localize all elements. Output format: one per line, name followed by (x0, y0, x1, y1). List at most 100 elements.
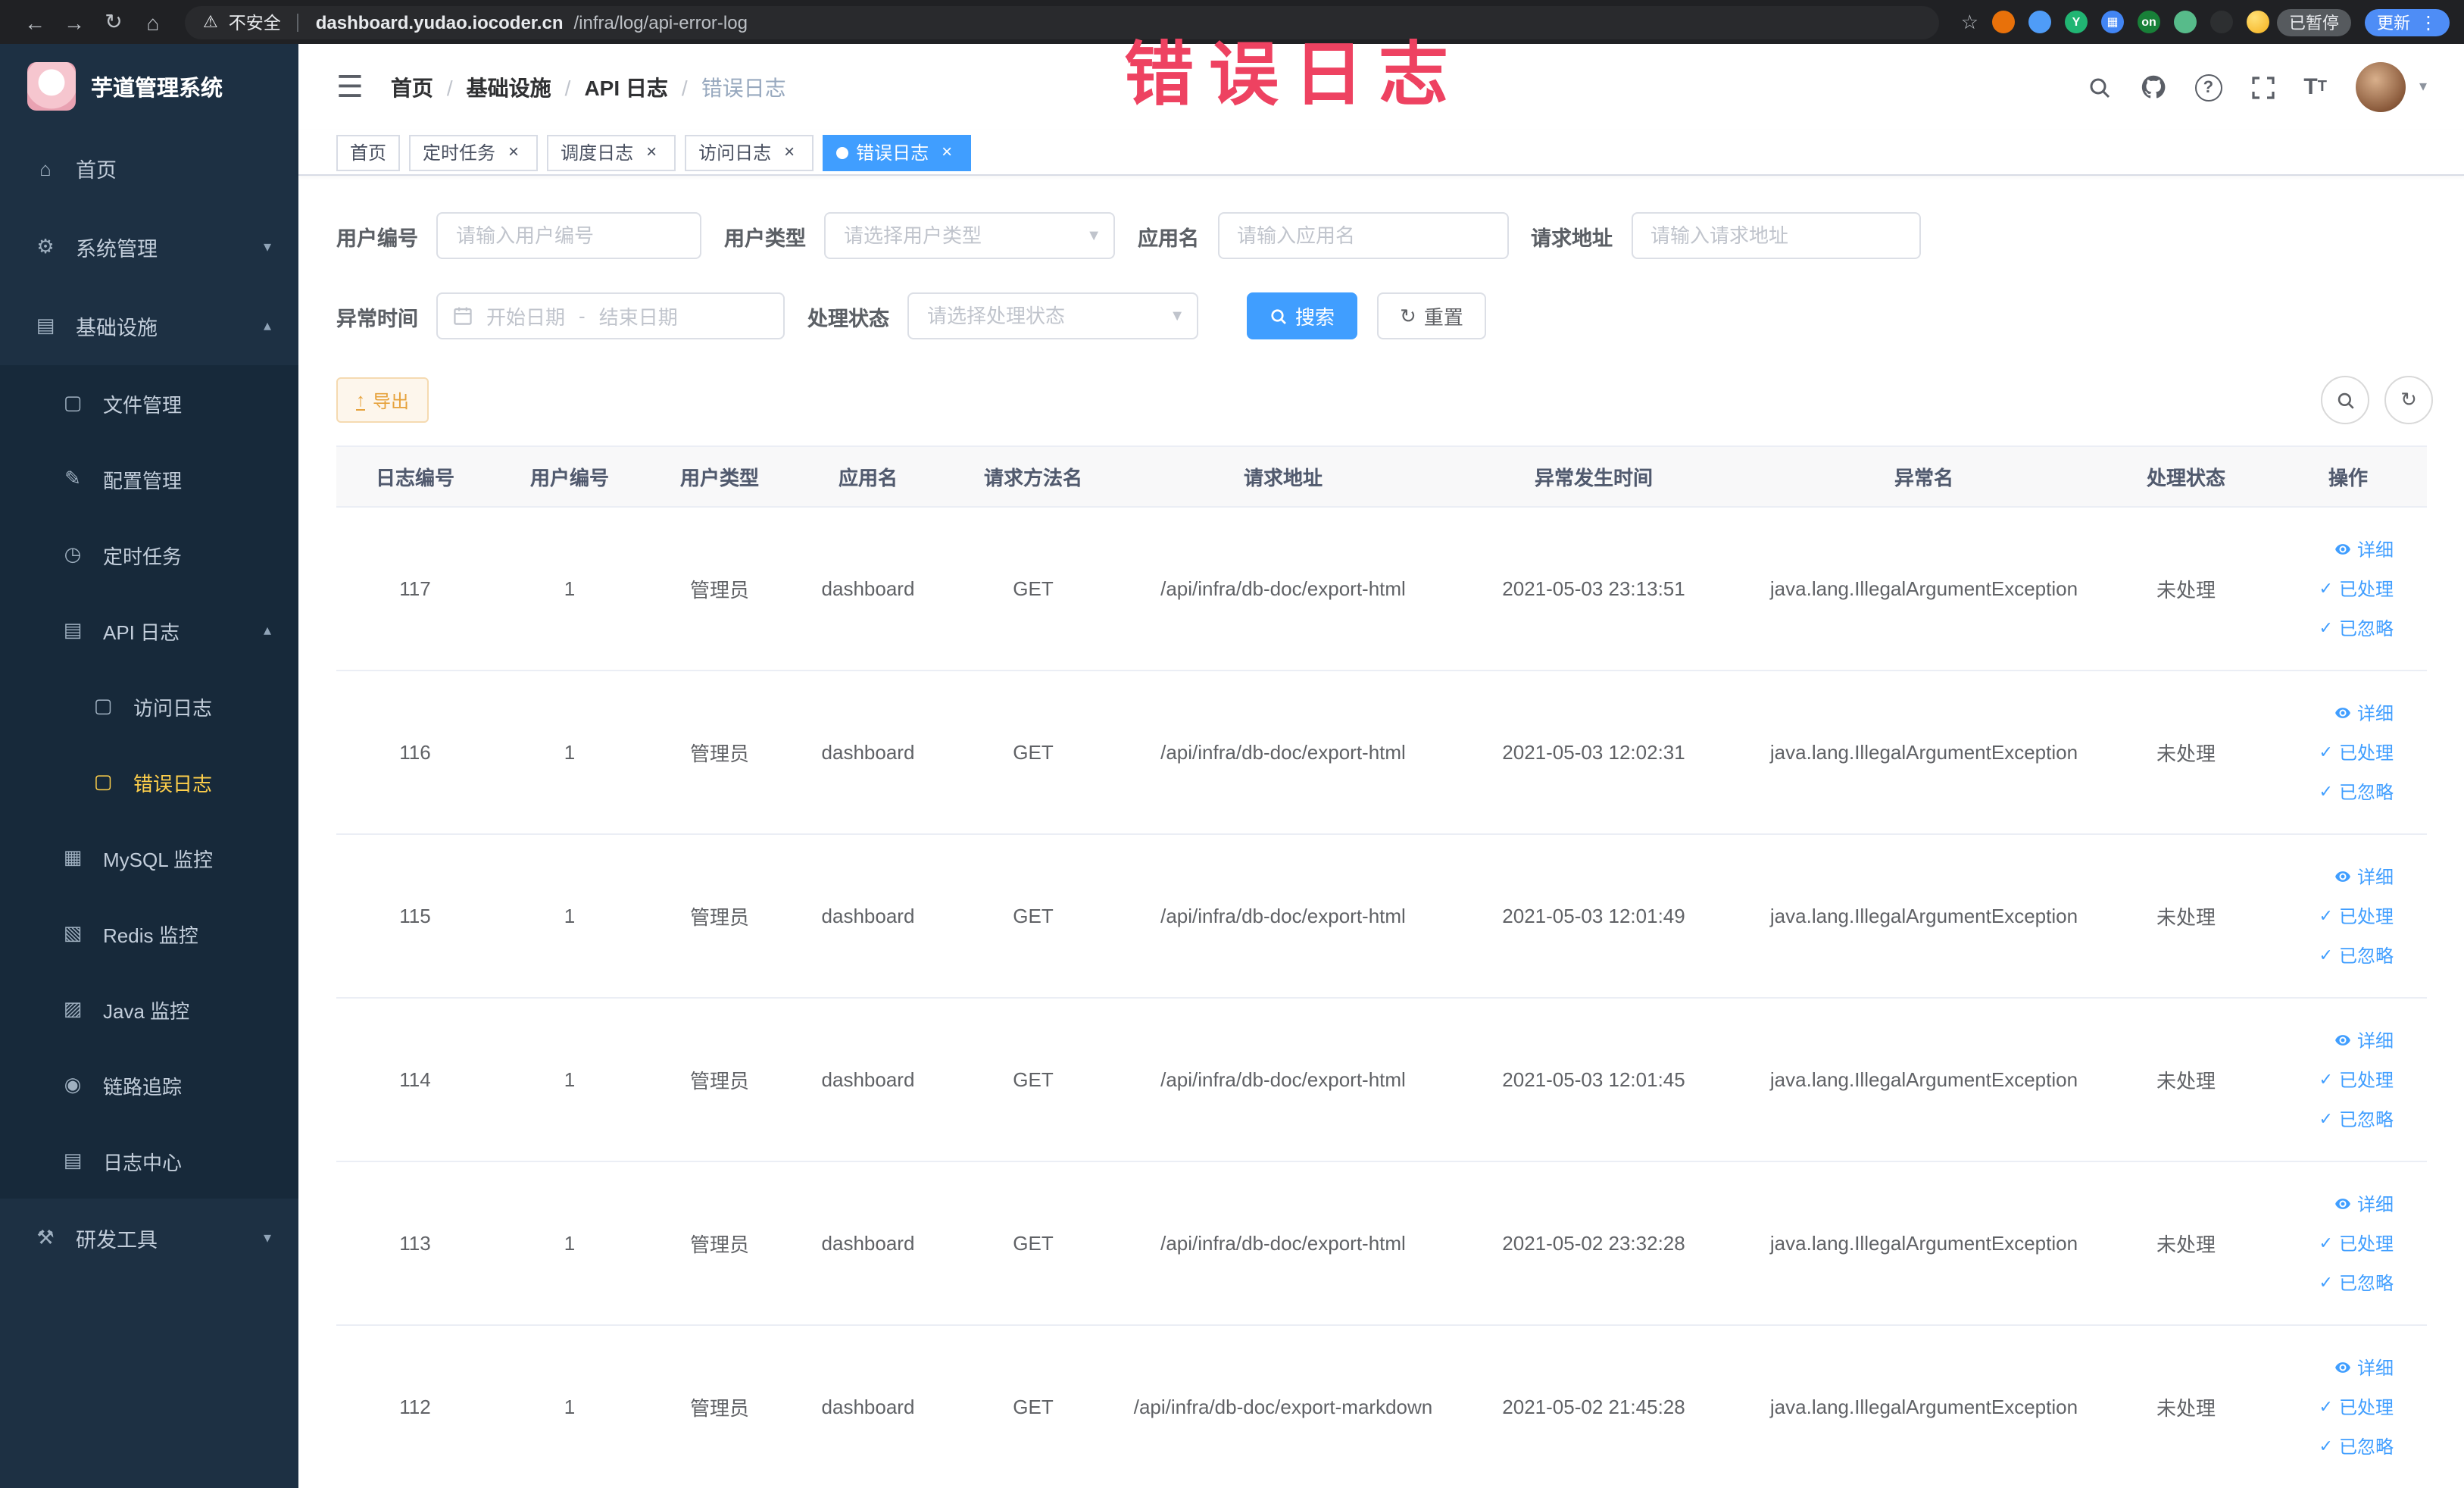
sidebar-item-Redis 监控[interactable]: ▧ Redis 监控 (0, 896, 298, 971)
cell-url: /api/infra/db-doc/export-html (1124, 671, 1442, 835)
mark-processed-link[interactable]: ✓ 已处理 (2271, 896, 2394, 936)
emoji-face-icon[interactable] (2247, 11, 2269, 33)
forward-icon[interactable]: → (55, 10, 94, 34)
app-logo[interactable]: 芋道管理系统 (0, 44, 298, 129)
mark-processed-link[interactable]: ✓ 已处理 (2271, 1387, 2394, 1427)
browser-menu-icon[interactable]: ⋮ (2419, 11, 2437, 33)
detail-link[interactable]: 详细 (2271, 530, 2394, 569)
breadcrumb-item[interactable]: API 日志 (584, 72, 667, 102)
bookmark-star-icon[interactable]: ☆ (1961, 10, 1978, 34)
sidebar-item-MySQL 监控[interactable]: ▦ MySQL 监控 (0, 820, 298, 896)
request-url-input[interactable] (1631, 212, 1920, 259)
security-label[interactable]: 不安全 (229, 10, 281, 34)
sidebar-item-系统管理[interactable]: ⚙ 系统管理 ▾ (0, 208, 298, 286)
sidebar-item-配置管理[interactable]: ✎ 配置管理 (0, 441, 298, 517)
fullscreen-icon[interactable] (2250, 75, 2275, 99)
cell-app: dashboard (794, 1325, 942, 1488)
address-bar[interactable]: ⚠ 不安全 dashboard.yudao.iocoder.cn/infra/l… (185, 5, 1940, 39)
user-type-select[interactable] (824, 212, 1115, 259)
sidebar-item-label: 文件管理 (103, 393, 183, 416)
extension-teal-circle[interactable]: Y (2065, 11, 2088, 33)
mark-processed-link[interactable]: ✓ 已处理 (2271, 733, 2394, 772)
detail-link[interactable]: 详细 (2271, 1021, 2394, 1060)
sidebar-item-日志中心[interactable]: ▤ 日志中心 (0, 1123, 298, 1199)
detail-link[interactable]: 详细 (2271, 857, 2394, 896)
font-size-icon[interactable]: TT (2303, 74, 2327, 100)
extension-blue-grid[interactable]: ▦ (2101, 11, 2124, 33)
search-icon[interactable] (2087, 75, 2111, 99)
extension-orange-circle[interactable] (1992, 11, 2015, 33)
sidebar-item-链路追踪[interactable]: ◉ 链路追踪 (0, 1047, 298, 1123)
export-button[interactable]: ↑ 导出 (336, 377, 429, 423)
refresh-table-button[interactable]: ↻ (2384, 376, 2433, 424)
sidebar-item-label: 链路追踪 (103, 1075, 183, 1098)
extension-dark-paw[interactable] (2210, 11, 2233, 33)
check-icon: ✓ (2319, 1437, 2333, 1455)
github-icon[interactable] (2140, 74, 2166, 100)
tab-error-log[interactable]: 错误日志 × (823, 134, 972, 170)
mark-ignored-link[interactable]: ✓ 已忽略 (2271, 608, 2394, 648)
sidebar-item-文件管理[interactable]: ▢ 文件管理 (0, 365, 298, 441)
divider (297, 13, 299, 31)
sidebar-item-研发工具[interactable]: ⚒ 研发工具 ▾ (0, 1199, 298, 1277)
help-icon[interactable]: ? (2194, 73, 2222, 101)
process-status-select[interactable] (907, 292, 1198, 339)
reset-button[interactable]: ↻ 重置 (1377, 292, 1486, 339)
hamburger-icon[interactable]: ☰ (336, 72, 364, 102)
extension-green-leaf[interactable] (2174, 11, 2197, 33)
tab-home[interactable]: 首页 (336, 134, 401, 170)
cell-id: 112 (336, 1325, 494, 1488)
extension-on-badge[interactable]: on (2138, 11, 2160, 33)
tab-job-log[interactable]: 调度日志 × (547, 134, 676, 170)
date-range-picker[interactable]: 开始日期 - 结束日期 (436, 292, 785, 339)
close-tab-icon[interactable]: × (641, 141, 662, 163)
update-button[interactable]: 更新 ⋮ (2365, 8, 2450, 36)
close-tab-icon[interactable]: × (936, 141, 957, 163)
mark-ignored-link[interactable]: ✓ 已忽略 (2271, 1263, 2394, 1302)
close-tab-icon[interactable]: × (779, 141, 800, 163)
eye-icon (2334, 1032, 2351, 1049)
detail-link[interactable]: 详细 (2271, 1184, 2394, 1224)
eye-icon (2334, 1196, 2351, 1212)
sidebar-item-错误日志[interactable]: ▢ 错误日志 (0, 744, 298, 820)
mark-ignored-link[interactable]: ✓ 已忽略 (2271, 772, 2394, 811)
breadcrumb-item[interactable]: 基础设施 (467, 72, 551, 102)
extension-blue-drop[interactable] (2028, 11, 2051, 33)
logo-image (27, 62, 76, 111)
sidebar-item-基础设施[interactable]: ▤ 基础设施 ▴ (0, 286, 298, 365)
sidebar-item-访问日志[interactable]: ▢ 访问日志 (0, 668, 298, 744)
search-button[interactable]: 搜索 (1247, 292, 1358, 339)
back-icon[interactable]: ← (15, 10, 55, 34)
main-panel: ☰ 首页 / 基础设施 / API 日志 / 错误日志 ? TT ▾ 首页 定时任务 × 调度日志… (298, 44, 2464, 1488)
mark-ignored-link[interactable]: ✓ 已忽略 (2271, 1099, 2394, 1139)
cell-id: 116 (336, 671, 494, 835)
toggle-search-button[interactable] (2321, 376, 2369, 424)
mark-ignored-link[interactable]: ✓ 已忽略 (2271, 936, 2394, 975)
app-name-label: 应用名 (1138, 227, 1199, 249)
sidebar-item-API 日志[interactable]: ▤ API 日志 ▴ (0, 592, 298, 668)
user-id-input[interactable] (436, 212, 701, 259)
app-name-input[interactable] (1217, 212, 1508, 259)
tab-scheduled-job[interactable]: 定时任务 × (409, 134, 539, 170)
mark-processed-link[interactable]: ✓ 已处理 (2271, 569, 2394, 608)
sidebar-item-Java 监控[interactable]: ▨ Java 监控 (0, 971, 298, 1047)
chevron-down-icon[interactable]: ▾ (2419, 79, 2427, 95)
mark-ignored-link[interactable]: ✓ 已忽略 (2271, 1427, 2394, 1466)
reload-icon[interactable]: ↻ (94, 9, 133, 35)
detail-link[interactable]: 详细 (2271, 693, 2394, 733)
paused-badge[interactable]: 已暂停 (2277, 8, 2351, 36)
detail-link[interactable]: 详细 (2271, 1348, 2394, 1387)
sidebar-item-首页[interactable]: ⌂ 首页 (0, 129, 298, 208)
tab-access-log[interactable]: 访问日志 × (685, 134, 814, 170)
start-date-placeholder[interactable]: 开始日期 (486, 302, 565, 330)
end-date-placeholder[interactable]: 结束日期 (599, 302, 678, 330)
browser-home-icon[interactable]: ⌂ (133, 10, 173, 34)
sidebar-item-定时任务[interactable]: ◷ 定时任务 (0, 517, 298, 592)
close-tab-icon[interactable]: × (503, 141, 524, 163)
cell-method: GET (942, 1325, 1124, 1488)
avatar[interactable] (2355, 62, 2406, 112)
breadcrumb-item[interactable]: 首页 (391, 72, 433, 102)
navbar-actions: ? TT ▾ (2087, 62, 2427, 112)
mark-processed-link[interactable]: ✓ 已处理 (2271, 1224, 2394, 1263)
mark-processed-link[interactable]: ✓ 已处理 (2271, 1060, 2394, 1099)
